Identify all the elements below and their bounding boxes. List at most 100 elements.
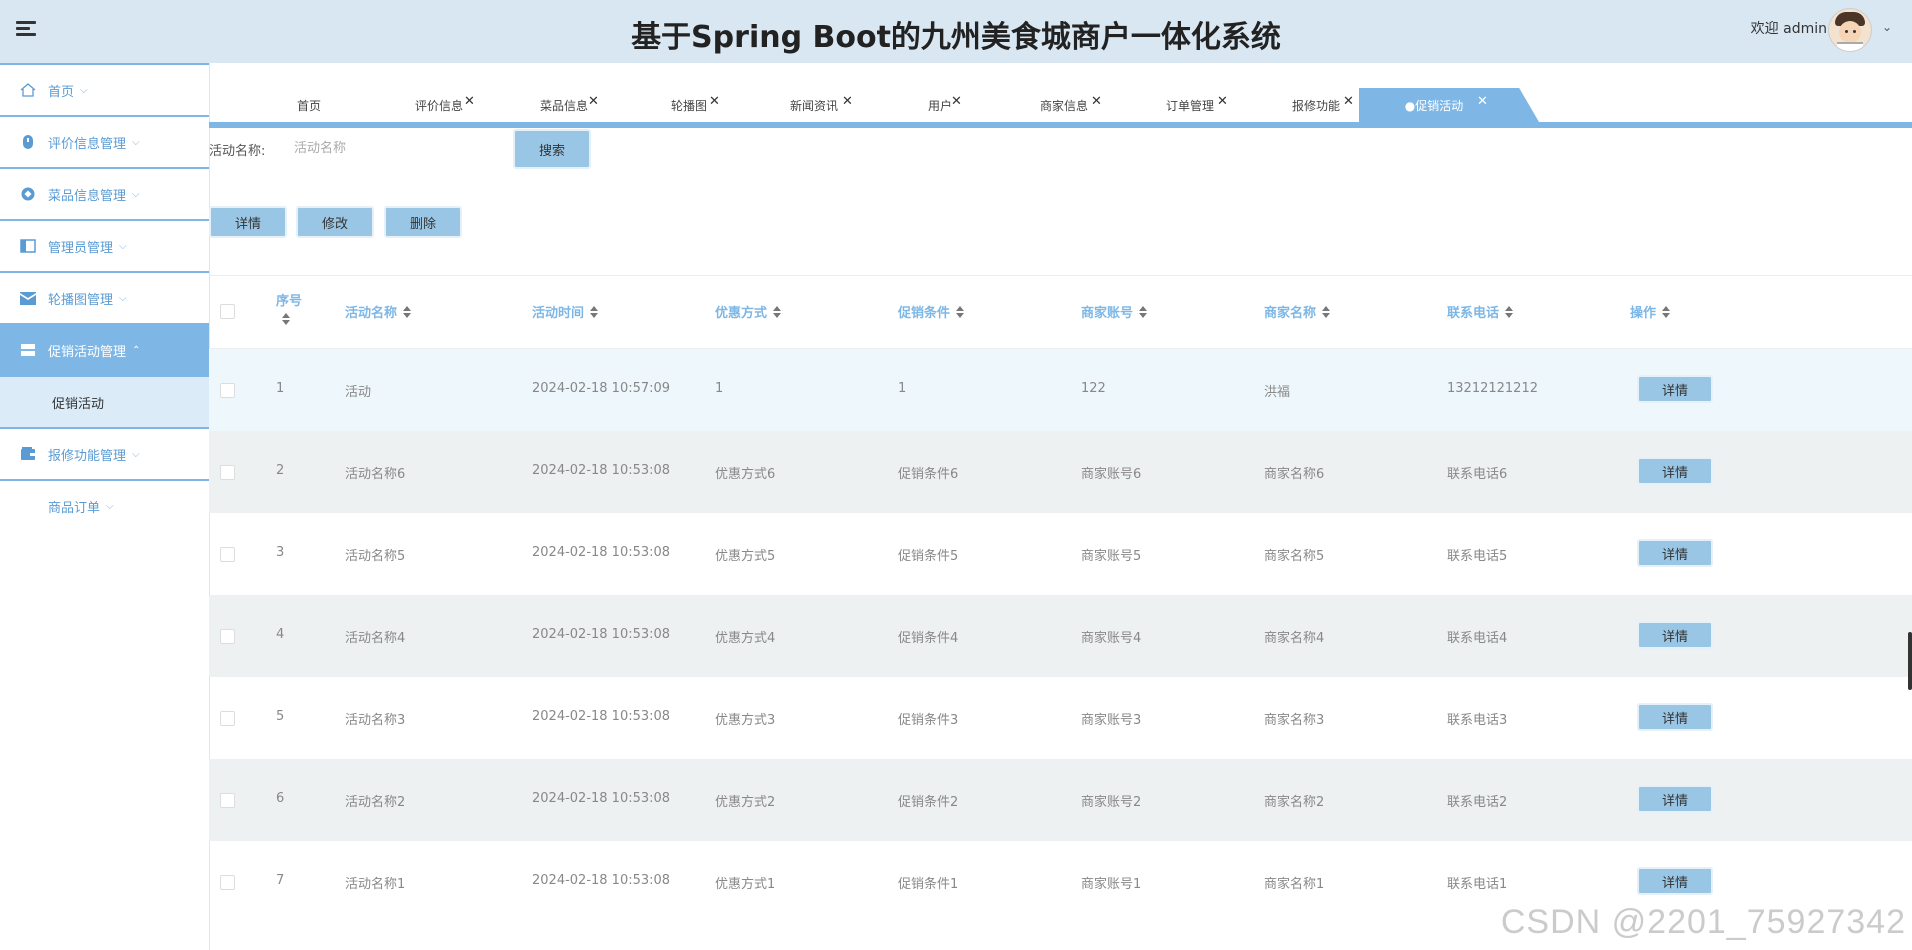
close-icon[interactable]: ✕ xyxy=(951,94,962,109)
tab-repairs[interactable]: 报修功能 ✕ xyxy=(1261,88,1371,122)
edit-button[interactable]: 修改 xyxy=(296,206,374,238)
cell-name: 活动名称1 xyxy=(345,877,406,892)
row-checkbox[interactable] xyxy=(220,383,235,398)
tab-promotions[interactable]: ●促销活动 ✕ xyxy=(1359,88,1539,122)
sort-icon[interactable] xyxy=(403,305,412,318)
tab-home[interactable]: 首页 xyxy=(269,88,349,122)
table-row[interactable]: 2 活动名称6 2024-02-18 10:53:08 优惠方式6 促销条件6 … xyxy=(209,431,1912,513)
mail-icon xyxy=(20,291,36,305)
tab-label: 报修功能 xyxy=(1291,98,1340,113)
sidebar-item-home[interactable]: 首页 ⌵ xyxy=(0,63,209,115)
tab-news[interactable]: 新闻资讯 ✕ xyxy=(759,88,869,122)
sidebar-item-label: 促销活动管理 xyxy=(48,344,127,360)
cell-index: 1 xyxy=(276,381,285,396)
tab-label: 订单管理 xyxy=(1165,98,1214,113)
column-header-account[interactable]: 商家账号 xyxy=(1081,302,1148,321)
sort-icon[interactable] xyxy=(1662,305,1671,318)
table-row[interactable]: 3 活动名称5 2024-02-18 10:53:08 优惠方式5 促销条件5 … xyxy=(209,513,1912,595)
table-row[interactable]: 5 活动名称3 2024-02-18 10:53:08 优惠方式3 促销条件3 … xyxy=(209,677,1912,759)
sidebar-item-admins[interactable]: 管理员管理 ⌵ xyxy=(0,219,209,271)
close-icon[interactable]: ✕ xyxy=(1091,94,1102,109)
sidebar-item-reviews[interactable]: 评价信息管理 ⌵ xyxy=(0,115,209,167)
column-header-name[interactable]: 活动名称 xyxy=(345,302,412,321)
column-header-discount[interactable]: 优惠方式 xyxy=(715,302,782,321)
tab-underline xyxy=(209,122,1912,128)
column-header-actions[interactable]: 操作 xyxy=(1630,302,1671,321)
search-input[interactable] xyxy=(292,134,496,162)
table-row[interactable]: 4 活动名称4 2024-02-18 10:53:08 优惠方式4 促销条件4 … xyxy=(209,595,1912,677)
row-checkbox[interactable] xyxy=(220,547,235,562)
tab-carousel[interactable]: 轮播图 ✕ xyxy=(634,88,744,122)
row-detail-button[interactable]: 详情 xyxy=(1637,621,1713,649)
close-icon[interactable]: ✕ xyxy=(588,94,599,109)
close-icon[interactable]: ✕ xyxy=(1343,94,1354,109)
column-header-index[interactable]: 序号 xyxy=(276,290,302,325)
sidebar-item-dishes[interactable]: 菜品信息管理 ⌵ xyxy=(0,167,209,219)
tab-orders[interactable]: 订单管理 ✕ xyxy=(1135,88,1245,122)
admin-icon xyxy=(20,239,36,253)
column-header-condition[interactable]: 促销条件 xyxy=(898,302,965,321)
tab-merchants[interactable]: 商家信息 ✕ xyxy=(1009,88,1119,122)
sort-icon[interactable] xyxy=(956,305,965,318)
sidebar-subitem-promotions[interactable]: 促销活动 xyxy=(0,375,209,427)
sort-icon[interactable] xyxy=(590,305,599,318)
sidebar-item-promotions[interactable]: 促销活动管理 ⌃ xyxy=(0,323,209,375)
row-checkbox[interactable] xyxy=(220,465,235,480)
table-row[interactable]: 6 活动名称2 2024-02-18 10:53:08 优惠方式2 促销条件2 … xyxy=(209,759,1912,841)
delete-button[interactable]: 删除 xyxy=(384,206,462,238)
sort-icon[interactable] xyxy=(1139,305,1148,318)
close-icon[interactable]: ✕ xyxy=(709,94,720,109)
row-detail-button[interactable]: 详情 xyxy=(1637,703,1713,731)
chevron-down-icon: ⌵ xyxy=(80,84,88,96)
column-header-merchant[interactable]: 商家名称 xyxy=(1264,302,1331,321)
close-icon[interactable]: ✕ xyxy=(1217,94,1228,109)
sidebar-item-orders[interactable]: 商品订单 ⌵ xyxy=(0,479,209,531)
sort-icon[interactable] xyxy=(1322,305,1331,318)
sidebar-item-label: 管理员管理 xyxy=(48,240,114,256)
close-icon[interactable]: ✕ xyxy=(1477,94,1488,109)
select-all-checkbox[interactable] xyxy=(220,304,235,319)
column-header-time[interactable]: 活动时间 xyxy=(532,302,599,321)
row-detail-button[interactable]: 详情 xyxy=(1637,457,1713,485)
tab-users[interactable]: 用户 ✕ xyxy=(885,88,995,122)
sort-icon[interactable] xyxy=(282,313,290,325)
scrollbar-thumb[interactable] xyxy=(1908,632,1912,690)
cell-merchant: 商家名称5 xyxy=(1264,549,1325,564)
row-detail-button[interactable]: 详情 xyxy=(1637,375,1713,403)
search-button[interactable]: 搜索 xyxy=(513,129,591,169)
sidebar-item-label: 轮播图管理 xyxy=(48,292,114,308)
cell-account: 商家账号1 xyxy=(1081,877,1142,892)
cell-discount: 优惠方式2 xyxy=(715,795,776,810)
detail-button[interactable]: 详情 xyxy=(209,206,287,238)
column-header-phone[interactable]: 联系电话 xyxy=(1447,302,1514,321)
cell-account: 商家账号5 xyxy=(1081,549,1142,564)
sort-icon[interactable] xyxy=(773,305,782,318)
cell-condition: 促销条件5 xyxy=(898,549,959,564)
cell-time: 2024-02-18 10:53:08 xyxy=(532,463,671,478)
chevron-down-icon[interactable]: ⌄ xyxy=(1882,20,1892,34)
promo-icon xyxy=(20,343,36,357)
cell-discount: 优惠方式3 xyxy=(715,713,776,728)
tab-dishes[interactable]: 菜品信息 ✕ xyxy=(509,88,619,122)
chevron-down-icon: ⌵ xyxy=(119,240,127,252)
row-detail-button[interactable]: 详情 xyxy=(1637,867,1713,895)
sidebar-item-repairs[interactable]: 报修功能管理 ⌵ xyxy=(0,427,209,479)
row-checkbox[interactable] xyxy=(220,875,235,890)
tab-reviews[interactable]: 评价信息 ✕ xyxy=(384,88,494,122)
row-checkbox[interactable] xyxy=(220,629,235,644)
sidebar-item-carousel[interactable]: 轮播图管理 ⌵ xyxy=(0,271,209,323)
sidebar-item-label: 评价信息管理 xyxy=(48,136,127,152)
row-checkbox[interactable] xyxy=(220,711,235,726)
close-icon[interactable]: ✕ xyxy=(464,94,475,109)
row-detail-button[interactable]: 详情 xyxy=(1637,539,1713,567)
avatar[interactable] xyxy=(1828,8,1872,52)
row-checkbox[interactable] xyxy=(220,793,235,808)
cell-phone: 联系电话3 xyxy=(1447,713,1508,728)
table-row[interactable]: 1 活动 2024-02-18 10:57:09 1 1 122 洪福 1321… xyxy=(209,349,1912,431)
cell-name: 活动名称6 xyxy=(345,467,406,482)
close-icon[interactable]: ✕ xyxy=(842,94,853,109)
tab-label: 首页 xyxy=(296,98,321,113)
sort-icon[interactable] xyxy=(1505,305,1514,318)
row-detail-button[interactable]: 详情 xyxy=(1637,785,1713,813)
chevron-down-icon: ⌵ xyxy=(106,500,114,512)
